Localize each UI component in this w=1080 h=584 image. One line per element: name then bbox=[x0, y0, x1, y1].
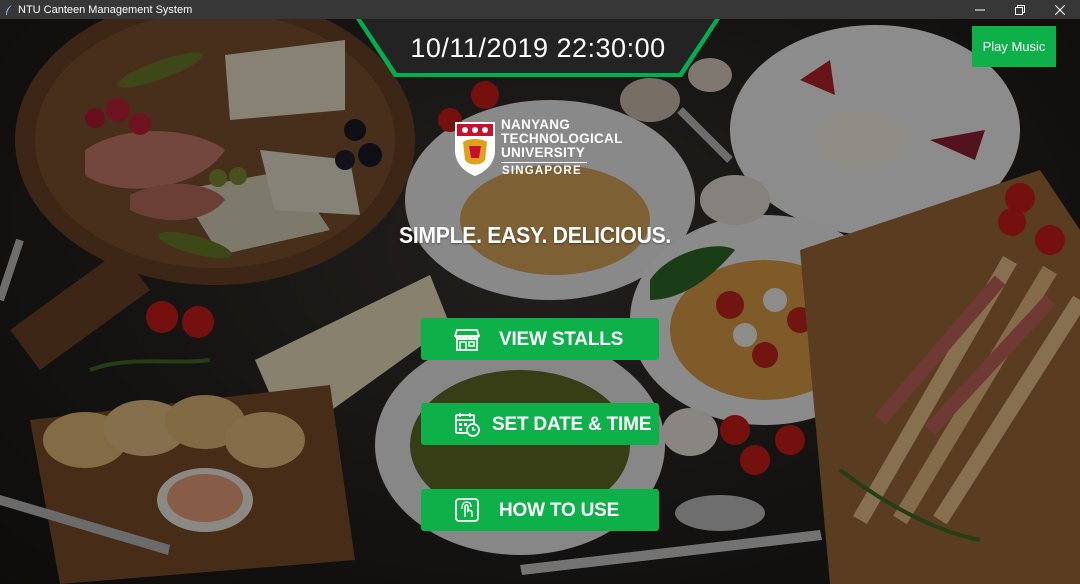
close-icon[interactable] bbox=[1040, 0, 1080, 19]
window-title: NTU Canteen Management System bbox=[18, 3, 193, 16]
logo-line-university: UNIVERSITY bbox=[501, 145, 586, 160]
view-stalls-button[interactable]: VIEW STALLS bbox=[421, 318, 659, 360]
logo-line-nanyang: NANYANG bbox=[501, 117, 571, 132]
tagline: SIMPLE. EASY. DELICIOUS. bbox=[398, 222, 672, 248]
ntu-logo: NANYANG TECHNOLOGICAL UNIVERSITY SINGAPO… bbox=[450, 118, 630, 184]
ntu-crest-icon bbox=[455, 122, 495, 176]
window-controls bbox=[960, 0, 1080, 19]
set-date-time-button[interactable]: SET DATE & TIME bbox=[421, 403, 659, 445]
logo-divider bbox=[501, 162, 587, 163]
play-music-button[interactable]: Play Music bbox=[972, 26, 1056, 67]
feather-icon bbox=[2, 3, 16, 17]
restore-icon[interactable] bbox=[1000, 0, 1040, 19]
datetime-display: 10/11/2019 22:30:00 bbox=[410, 33, 666, 63]
logo-line-technological: TECHNOLOGICAL bbox=[501, 131, 623, 146]
how-to-use-button[interactable]: HOW TO USE bbox=[421, 489, 659, 531]
calendar-clock-icon bbox=[455, 413, 480, 437]
logo-line-singapore: SINGAPORE bbox=[502, 165, 582, 177]
minimize-icon[interactable] bbox=[960, 0, 1000, 19]
view-stalls-label: VIEW STALLS bbox=[499, 329, 624, 350]
window-titlebar: NTU Canteen Management System bbox=[0, 0, 1080, 19]
set-date-time-label: SET DATE & TIME bbox=[492, 414, 652, 435]
touch-hand-icon bbox=[455, 498, 479, 522]
storefront-icon bbox=[454, 329, 480, 351]
how-to-use-label: HOW TO USE bbox=[499, 500, 620, 521]
